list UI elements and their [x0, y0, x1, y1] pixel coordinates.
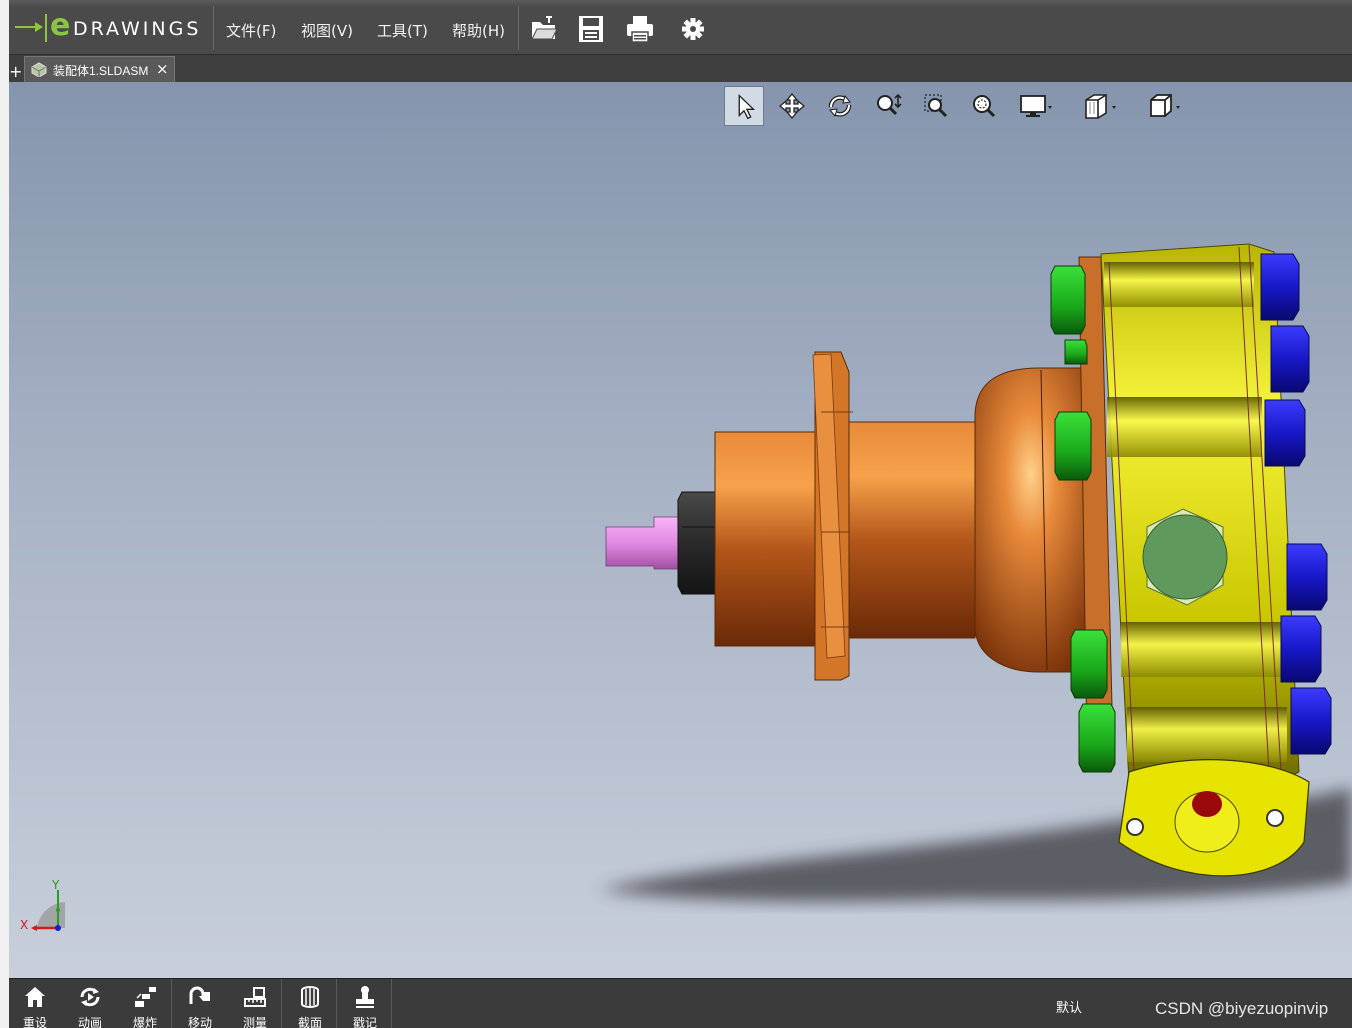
zoom-to-area-icon[interactable]: [916, 86, 956, 126]
move-icon: [189, 986, 210, 1004]
document-tab-label: 装配体1.SLDASM: [53, 64, 149, 78]
reset-button[interactable]: 重设: [9, 979, 61, 1028]
measure-icon: [244, 987, 266, 1007]
menu-view[interactable]: 视图(V): [301, 20, 353, 41]
view-toolbar: [724, 86, 1204, 128]
select-icon[interactable]: [724, 86, 764, 126]
print-icon[interactable]: [625, 14, 655, 44]
rotate-icon[interactable]: [820, 86, 860, 126]
close-tab-icon[interactable]: ×: [156, 60, 169, 78]
display-style-icon[interactable]: [1014, 86, 1054, 126]
logo-text: DRAWINGS: [73, 18, 202, 40]
triad-x-label: X: [20, 918, 29, 932]
zoom-to-fit-icon[interactable]: [868, 86, 908, 126]
menu-file[interactable]: 文件(F): [226, 20, 276, 41]
menu-help[interactable]: 帮助(H): [452, 20, 505, 41]
logo-e: e: [50, 8, 71, 43]
main-toolbar: e DRAWINGS 文件(F) 视图(V) 工具(T) 帮助(H): [9, 0, 1352, 55]
section-label: 截面: [297, 1016, 322, 1028]
view-orientation-icon[interactable]: [1142, 86, 1182, 126]
stamp-icon: [356, 986, 374, 1008]
shaft-part[interactable]: [605, 516, 685, 570]
document-tab[interactable]: 装配体1.SLDASM ×: [24, 56, 175, 82]
configuration-status: 默认: [1056, 1001, 1083, 1016]
save-icon[interactable]: [576, 14, 606, 44]
move-button[interactable]: 移动: [174, 979, 226, 1028]
menu-tools[interactable]: 工具(T): [377, 20, 428, 41]
stamp-label: 戳记: [352, 1016, 377, 1028]
edrawings-window: e DRAWINGS 文件(F) 视图(V) 工具(T) 帮助(H) + 装配体…: [0, 0, 1352, 1028]
measure-label: 测量: [242, 1016, 267, 1028]
section-icon: [301, 986, 319, 1008]
home-icon: [25, 987, 45, 1007]
coordinate-triad: Y X: [19, 878, 79, 940]
assembly-icon: [31, 62, 47, 77]
assembly-model[interactable]: [9, 82, 1352, 978]
settings-icon[interactable]: [678, 14, 708, 44]
explode-icon: [135, 987, 156, 1007]
triad-y-label: Y: [52, 878, 60, 892]
section-view-icon[interactable]: [1078, 86, 1118, 126]
explode-label: 爆炸: [132, 1016, 157, 1028]
bottom-toolbar: 重设 动画 爆炸 移动 测量 截面 戳记 默认 CSDN @biyezuopin…: [9, 978, 1352, 1028]
move-label: 移动: [187, 1016, 212, 1028]
animate-label: 动画: [77, 1016, 102, 1028]
stamp-button[interactable]: 戳记: [339, 979, 391, 1028]
motor-body-part[interactable]: [714, 351, 1100, 681]
new-tab-button[interactable]: +: [9, 63, 22, 80]
3d-viewport[interactable]: Y X: [9, 82, 1352, 978]
animate-icon: [80, 987, 100, 1007]
open-icon[interactable]: [529, 14, 559, 44]
zoom-icon[interactable]: [964, 86, 1004, 126]
document-tab-bar: + 装配体1.SLDASM ×: [9, 55, 1352, 82]
measure-button[interactable]: 测量: [229, 979, 281, 1028]
edrawings-logo: e DRAWINGS: [15, 8, 211, 46]
reset-label: 重设: [22, 1016, 47, 1028]
animate-button[interactable]: 动画: [64, 979, 116, 1028]
pan-icon[interactable]: [772, 86, 812, 126]
watermark-text: CSDN @biyezuopinvip: [1155, 999, 1329, 1018]
section-button[interactable]: 截面: [284, 979, 336, 1028]
explode-button[interactable]: 爆炸: [119, 979, 171, 1028]
